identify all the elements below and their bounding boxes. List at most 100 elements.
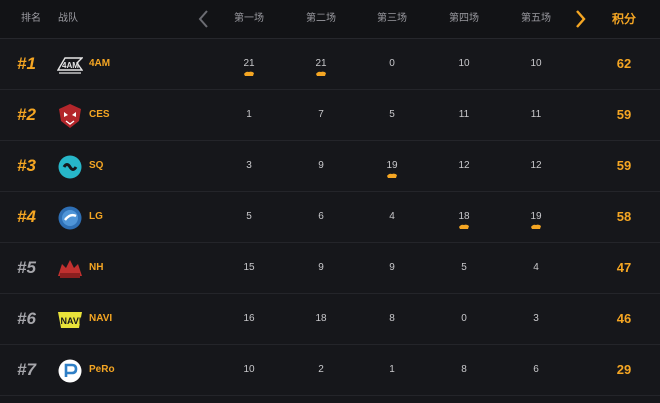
table-row[interactable]: #2 CES 1 7 5 11 11 59 [0,90,660,141]
table-row[interactable]: #6 NAVI NAVI 16 18 8 0 3 46 [0,294,660,345]
match-score: 15 [219,243,279,293]
header-match-1: 第一场 [234,13,264,24]
match-score: 3 [506,294,566,344]
match-score: 21 [291,39,351,89]
match-score: 18 [434,192,494,242]
rank-label: #3 [17,156,36,175]
team-logo-icon [57,154,83,180]
table-row[interactable]: #5 NH 15 9 9 5 4 47 [0,243,660,294]
table-row[interactable]: #1 4AM 4AM 21 21 0 10 10 62 [0,39,660,90]
match-score: 21 [219,39,279,89]
prev-matches-button[interactable] [196,9,212,29]
leaderboard: 排名 战队 第一场 第二场 第三场 第四场 第五场 积分 #1 4AM 4AM 21 2… [0,0,660,403]
rank-label: #5 [17,258,36,277]
match-score-value: 5 [246,211,252,222]
team-logo-icon: 4AM [57,52,83,78]
header-match-2: 第二场 [306,13,336,24]
match-score: 12 [434,141,494,191]
match-score: 11 [434,90,494,140]
match-score: 19 [362,141,422,191]
match-score: 9 [291,243,351,293]
svg-text:NAVI: NAVI [61,316,82,326]
team-name[interactable]: CES [89,90,110,140]
match-score-value: 4 [533,262,539,273]
table-row[interactable]: #7 PeRo 10 2 1 8 6 29 [0,345,660,396]
match-score-value: 11 [530,109,542,120]
match-score-value: 10 [458,58,470,69]
match-score-value: 8 [461,364,467,375]
total-points: 62 [616,56,632,71]
header-match-5: 第五场 [521,13,551,24]
table-row[interactable]: #4 LG 5 6 4 18 19 58 [0,192,660,243]
match-score: 0 [434,294,494,344]
table-header: 排名 战队 第一场 第二场 第三场 第四场 第五场 积分 [0,0,660,39]
match-score-value: 18 [458,211,470,222]
team-logo-icon [57,103,83,129]
match-score-value: 12 [530,160,542,171]
team-name[interactable]: SQ [89,141,103,191]
chicken-dinner-icon-wrap [316,71,326,77]
match-score: 16 [219,294,279,344]
total-points: 29 [616,362,632,377]
match-score-value: 1 [246,109,252,120]
match-score: 11 [506,90,566,140]
match-score-value: 0 [389,58,395,69]
chicken-dinner-icon [316,71,326,76]
match-score-value: 8 [389,313,395,324]
header-rank: 排名 [21,13,41,24]
chicken-dinner-icon-wrap [531,224,541,230]
match-score-value: 5 [461,262,467,273]
chevron-left-icon [198,10,208,28]
total-points: 58 [616,209,632,224]
match-score-value: 3 [533,313,539,324]
team-name[interactable]: NH [89,243,103,293]
team-logo-icon [57,256,83,282]
match-score: 19 [506,192,566,242]
match-score: 9 [362,243,422,293]
match-score-value: 10 [243,364,255,375]
match-score-value: 12 [458,160,470,171]
chicken-dinner-icon-wrap [244,71,254,77]
team-logo-icon [57,205,83,231]
match-score: 1 [219,90,279,140]
total-points: 59 [616,158,632,173]
match-score-value: 7 [318,109,324,120]
team-name[interactable]: LG [89,192,103,242]
team-name[interactable]: PeRo [89,345,115,395]
chicken-dinner-icon-wrap [387,173,397,179]
header-match-3: 第三场 [377,13,407,24]
chicken-dinner-icon [244,71,254,76]
match-score-value: 11 [458,109,470,120]
team-name[interactable]: 4AM [89,39,110,89]
match-score-value: 6 [318,211,324,222]
rank-label: #4 [17,207,36,226]
rank-label: #7 [17,360,36,379]
match-score-value: 16 [243,313,255,324]
header-total: 积分 [611,12,636,26]
match-score-value: 9 [389,262,395,273]
chicken-dinner-icon [459,224,469,229]
total-points: 46 [616,311,632,326]
match-score: 3 [219,141,279,191]
chevron-right-icon [576,10,586,28]
match-score: 10 [434,39,494,89]
rank-label: #2 [17,105,36,124]
match-score-value: 19 [530,211,542,222]
match-score: 8 [434,345,494,395]
svg-text:4AM: 4AM [62,61,79,70]
rank-label: #1 [17,54,36,73]
match-score: 5 [219,192,279,242]
table-row[interactable]: #3 SQ 3 9 19 12 12 59 [0,141,660,192]
team-name[interactable]: NAVI [89,294,112,344]
match-score-value: 21 [243,58,255,69]
match-score-value: 4 [389,211,395,222]
match-score: 5 [362,90,422,140]
match-score: 1 [362,345,422,395]
match-score-value: 21 [315,58,327,69]
match-score: 5 [434,243,494,293]
total-points: 59 [616,107,632,122]
chicken-dinner-icon [531,224,541,229]
next-matches-button[interactable] [572,9,588,29]
match-score: 9 [291,141,351,191]
match-score-value: 2 [318,364,324,375]
